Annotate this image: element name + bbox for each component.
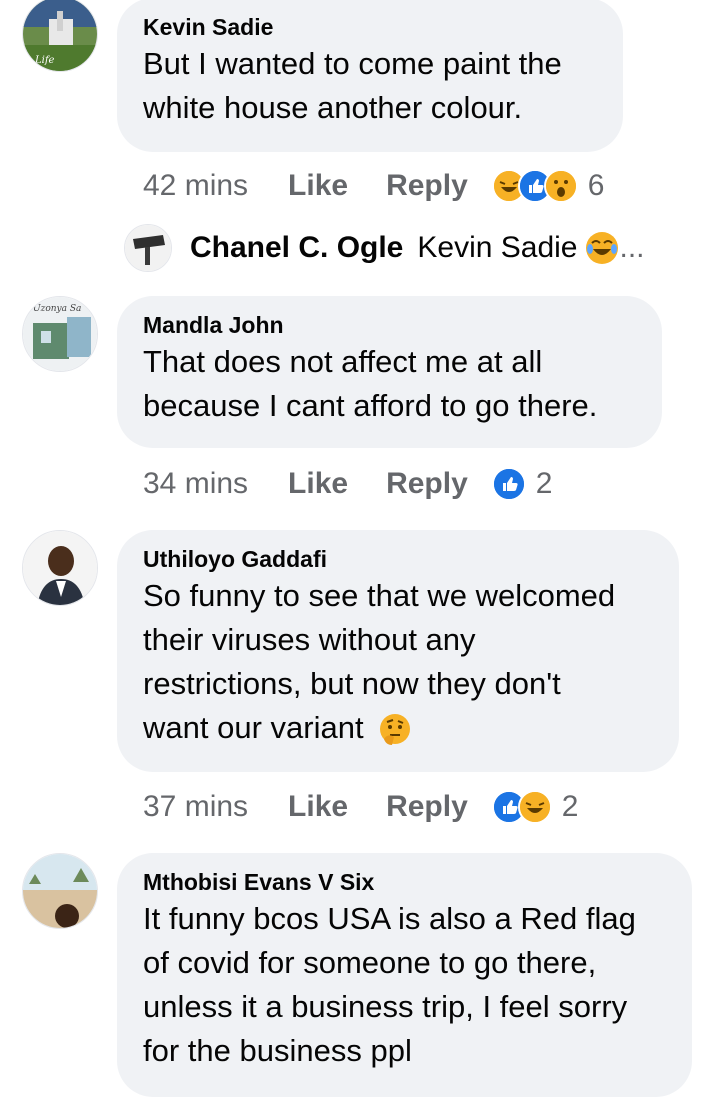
- reply-avatar[interactable]: [124, 224, 172, 272]
- like-button[interactable]: Like: [288, 790, 348, 824]
- comment-meta: 37 mins Like Reply 2: [143, 787, 578, 827]
- avatar[interactable]: Life: [22, 0, 98, 72]
- comment-text-line: of covid for someone to go there,: [143, 945, 597, 980]
- comment-text-line: for the business ppl: [143, 1033, 412, 1068]
- thinking-face-emoji-icon: [378, 713, 412, 747]
- comment-timestamp[interactable]: 37 mins: [143, 790, 248, 824]
- svg-text:Uzonya Sa: Uzonya Sa: [33, 304, 81, 314]
- reply-button[interactable]: Reply: [386, 169, 468, 203]
- reply-button[interactable]: Reply: [386, 790, 468, 824]
- wow-reaction-icon: [543, 169, 578, 203]
- reaction-summary[interactable]: 2: [491, 790, 579, 824]
- comment-text-line: unless it a business trip, I feel sorry: [143, 989, 628, 1024]
- comment-text-fragment: want our variant: [143, 710, 364, 745]
- comment-timestamp[interactable]: 34 mins: [143, 467, 248, 501]
- reaction-count: 2: [561, 790, 579, 823]
- comment-meta: 42 mins Like Reply 6: [143, 166, 604, 206]
- comment-author[interactable]: Mandla John: [143, 310, 636, 340]
- comment-text-line: So funny to see that we welcomed: [143, 578, 616, 613]
- comment-timestamp[interactable]: 42 mins: [143, 169, 248, 203]
- comment-text-line: That does not affect me at all: [143, 344, 543, 379]
- reaction-summary[interactable]: 6: [491, 169, 605, 203]
- reply-ellipsis: ...: [619, 231, 645, 264]
- avatar[interactable]: [22, 530, 98, 606]
- comment-text-line: white house another colour.: [143, 90, 523, 125]
- reply-button[interactable]: Reply: [386, 467, 468, 501]
- comment-author[interactable]: Kevin Sadie: [143, 12, 597, 42]
- tears-of-joy-emoji-icon: [585, 231, 619, 265]
- reply-preview[interactable]: Chanel C. Ogle Kevin Sadie ...: [124, 223, 645, 273]
- comment-bubble[interactable]: Kevin Sadie But I wanted to come paint t…: [117, 0, 623, 152]
- comment-text-line: It funny bcos USA is also a Red flag: [143, 901, 636, 936]
- reply-author[interactable]: Chanel C. Ogle: [190, 231, 403, 265]
- comment-text-line: want our variant: [143, 706, 653, 750]
- comment-meta: 34 mins Like Reply 2: [143, 464, 552, 504]
- comment-text-line: But I wanted to come paint the: [143, 46, 562, 81]
- comment-bubble[interactable]: Uthiloyo Gaddafi So funny to see that we…: [117, 530, 679, 772]
- comment-bubble[interactable]: Mthobisi Evans V Six It funny bcos USA i…: [117, 853, 692, 1097]
- comment-author[interactable]: Mthobisi Evans V Six: [143, 867, 666, 897]
- like-button[interactable]: Like: [288, 169, 348, 203]
- haha-reaction-icon: [517, 790, 552, 824]
- reaction-count: 2: [535, 467, 553, 500]
- reaction-summary[interactable]: 2: [491, 467, 553, 501]
- reply-snippet: Kevin Sadie: [417, 231, 578, 264]
- avatar[interactable]: [22, 853, 98, 929]
- comment-text-line: because I cant afford to go there.: [143, 388, 598, 423]
- comment-author[interactable]: Uthiloyo Gaddafi: [143, 544, 653, 574]
- reaction-count: 6: [587, 169, 605, 202]
- avatar[interactable]: Uzonya Sa: [22, 296, 98, 372]
- like-button[interactable]: Like: [288, 467, 348, 501]
- comment-bubble[interactable]: Mandla John That does not affect me at a…: [117, 296, 662, 448]
- svg-text:Life: Life: [34, 55, 55, 66]
- like-reaction-icon: [491, 467, 526, 501]
- comment-text-line: their viruses without any: [143, 622, 476, 657]
- comment-text-line: restrictions, but now they don't: [143, 666, 561, 701]
